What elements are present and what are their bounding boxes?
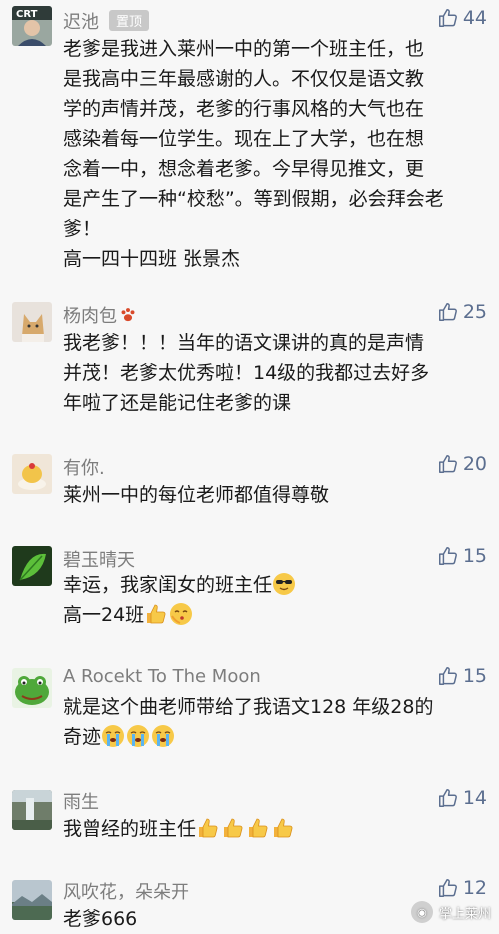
green-leaf-avatar-icon [12,546,52,586]
comment-line-text: 幸运，我家闺女的班主任 [63,574,273,596]
comment-text: 幸运，我家闺女的班主任 高一24班 [63,570,483,630]
comment-line: 我曾经的班主任 [63,814,483,844]
comment-line: 幸运，我家闺女的班主任 [63,570,483,600]
commenter-name-text: 风吹花，朵朵开 [63,882,189,903]
crying-emoji-icon [126,724,150,748]
frog-avatar-icon [12,668,52,708]
comment-line: 就是这个曲老师带给了我语文128 年级28的 [63,692,483,722]
thumbs-up-icon [438,9,457,27]
avatar[interactable] [12,790,52,830]
like-button[interactable]: 20 [437,452,487,476]
comment-line: 高一24班 [63,600,483,630]
avatar[interactable] [12,302,52,342]
avatar[interactable] [12,668,52,708]
comment-line: 是我高中三年最感谢的人。不仅仅是语文教 [63,68,425,90]
comment-line-text: 就是这个曲老师带给了我语文128 年级28的 [63,696,434,718]
dessert-avatar-icon [12,454,52,494]
comment-line-text: 奇迹 [63,726,102,748]
commenter-name-text: A Rocekt To The Moon [63,666,261,687]
comment-line-text: 老爹666 [63,908,138,930]
like-count: 14 [462,787,487,809]
avatar[interactable] [12,546,52,586]
comment-line: 我老爹！！！当年的语文课讲的真的是声情 [63,332,425,354]
pinned-badge: 置顶 [109,10,150,31]
thumbs-up-icon [438,879,457,897]
commenter-name[interactable]: 碧玉晴天 [63,546,135,572]
commenter-name[interactable]: 风吹花，朵朵开 [63,878,189,904]
paw-icon [119,306,137,324]
thumbs-up-icon [438,547,457,565]
comment-line: 年啦了还是能记住老爹的课 [63,392,292,414]
thumbs-up-emoji-icon [246,816,270,840]
thumbs-up-icon [438,455,457,473]
like-button[interactable]: 12 [437,876,487,900]
watermark-text: 掌上莱州 [438,906,491,922]
comment-line-text: 我曾经的班主任 [63,818,197,840]
comment-text: 就是这个曲老师带给了我语文128 年级28的 奇迹 [63,692,483,752]
comment-line: 念着一中，想念着老爹。今早得见推文，更 [63,158,425,180]
like-button[interactable]: 44 [437,6,487,30]
commenter-name-text: 迟池 [63,12,99,33]
thumbs-up-icon [438,667,457,685]
comment-text: 莱州一中的每位老师都值得尊敬 [63,480,483,510]
comment-line: 爹！ [63,218,102,240]
thumbs-up-icon [438,303,457,321]
crying-emoji-icon [101,724,125,748]
watermark: ◉ 掌上莱州 [410,901,491,923]
comment-line: 莱州一中的每位老师都值得尊敬 [63,484,330,506]
landscape-avatar-icon [12,880,52,920]
comment-line: 奇迹 [63,722,483,752]
thumbs-up-emoji-icon [221,816,245,840]
comment-text: 我老爹！！！当年的语文课讲的真的是声情 并茂！老爹太优秀啦！14级的我都过去好多… [63,328,483,418]
commenter-name[interactable]: 杨肉包 [63,302,137,328]
kissing-emoji-icon [169,602,193,626]
avatar[interactable] [12,454,52,494]
svg-text:CRT: CRT [16,9,38,20]
comment-line: 感染着每一位学生。现在上了大学，也在想 [63,128,425,150]
comment-line: 老爹是我进入莱州一中的第一个班主任，也 [63,38,425,60]
like-count: 44 [462,7,487,29]
like-count: 20 [462,453,487,475]
cool-sunglasses-emoji-icon [272,572,296,596]
portrait-avatar-icon: CRT [12,6,52,46]
avatar[interactable]: CRT [12,6,52,46]
comment-line: 并茂！老爹太优秀啦！14级的我都过去好多 [63,362,430,384]
commenter-name-text: 碧玉晴天 [63,550,135,571]
commenter-name[interactable]: 迟池 置顶 [63,8,150,34]
like-button[interactable]: 25 [437,300,487,324]
like-count: 15 [462,665,487,687]
commenter-name-text: 有你. [63,458,105,479]
thumbs-up-icon [438,789,457,807]
waterfall-avatar-icon [12,790,52,830]
commenter-name-text: 雨生 [63,792,99,813]
commenter-name-text: 杨肉包 [63,306,117,327]
comment-line: 是产生了一种“校愁”。等到假期，必会拜会老 [63,188,444,210]
like-button[interactable]: 15 [437,544,487,568]
cat-avatar-icon [12,302,52,342]
comment-line: 学的声情并茂，老爹的行事风格的大气也在 [63,98,425,120]
like-count: 25 [462,301,487,323]
like-button[interactable]: 15 [437,664,487,688]
like-button[interactable]: 14 [437,786,487,810]
comment-text: 我曾经的班主任 [63,814,483,844]
like-count: 15 [462,545,487,567]
wechat-logo-icon: ◉ [410,901,433,923]
thumbs-up-emoji-icon [271,816,295,840]
comment-signature: 高一四十四班 张景杰 [63,248,241,270]
commenter-name[interactable]: A Rocekt To The Moon [63,666,261,687]
crying-emoji-icon [151,724,175,748]
like-count: 12 [462,877,487,899]
commenter-name[interactable]: 有你. [63,454,105,480]
comment-line-text: 高一24班 [63,604,145,626]
comment-text: 老爹是我进入莱州一中的第一个班主任，也 是我高中三年最感谢的人。不仅仅是语文教 … [63,34,483,274]
thumbs-up-emoji-icon [144,602,168,626]
commenter-name[interactable]: 雨生 [63,788,99,814]
avatar[interactable] [12,880,52,920]
thumbs-up-emoji-icon [196,816,220,840]
